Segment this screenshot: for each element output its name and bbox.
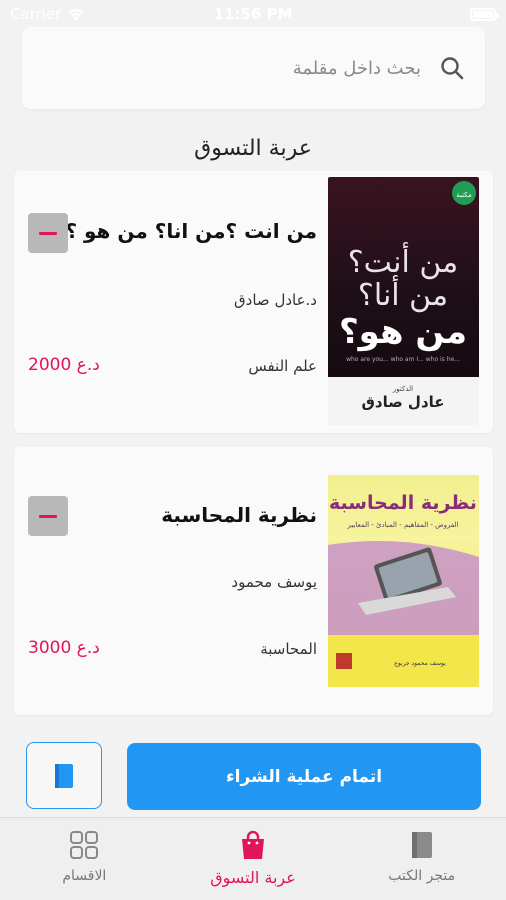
book-author: يوسف محمود — [231, 573, 317, 591]
book-title: من انت ؟من انا؟ من هو ؟ — [65, 219, 317, 243]
book-category: علم النفس — [248, 357, 317, 375]
svg-text:من هو؟: من هو؟ — [339, 312, 467, 352]
remove-item-button[interactable] — [28, 496, 68, 536]
cart-item[interactable]: نظرية المحاسبة الفروض - المفاهيم - المبا… — [14, 447, 493, 715]
book-title: نظرية المحاسبة — [161, 503, 317, 527]
book-cover-art: نظرية المحاسبة الفروض - المفاهيم - المبا… — [328, 475, 479, 687]
minus-icon — [39, 514, 57, 518]
book-cover-art: مكتبة من أنت؟ من أنا؟ من هو؟ who are you… — [328, 177, 479, 425]
svg-text:who are you... who am I... who: who are you... who am I... who is he... — [346, 356, 460, 363]
book-category: المحاسبة — [260, 640, 317, 658]
page-title: عربة التسوق — [194, 136, 312, 161]
shopping-bag-icon — [242, 830, 264, 859]
minus-icon — [39, 231, 57, 235]
svg-text:عادل صادق: عادل صادق — [361, 393, 444, 411]
book-cover[interactable]: نظرية المحاسبة الفروض - المفاهيم - المبا… — [328, 475, 479, 687]
tab-shopping-cart[interactable]: عربة التسوق — [169, 818, 338, 900]
checkout-button[interactable]: اتمام عملية الشراء — [127, 743, 481, 810]
svg-text:مكتبة: مكتبة — [456, 191, 472, 199]
book-price: 3000 د.ع — [28, 638, 100, 658]
book-icon — [411, 832, 432, 858]
book-price: 2000 د.ع — [28, 355, 100, 375]
tab-label: الاقسام — [62, 868, 107, 884]
remove-item-button[interactable] — [28, 213, 68, 253]
status-left: Carrier — [10, 5, 85, 23]
tab-label: عربة التسوق — [210, 868, 296, 887]
svg-text:الدكتور: الدكتور — [392, 385, 413, 393]
svg-text:نظرية المحاسبة: نظرية المحاسبة — [329, 492, 477, 514]
svg-text:من أنت؟: من أنت؟ — [348, 241, 459, 280]
tab-categories[interactable]: الاقسام — [0, 818, 169, 900]
svg-text:من أنا؟: من أنا؟ — [358, 274, 448, 313]
tab-label: متجر الكتب — [388, 868, 456, 884]
book-cover[interactable]: مكتبة من أنت؟ من أنا؟ من هو؟ who are you… — [328, 177, 479, 425]
tab-bookstore[interactable]: متجر الكتب — [337, 818, 506, 900]
search-icon — [441, 57, 464, 80]
book-author: د.عادل صادق — [234, 291, 317, 309]
carrier-label: Carrier — [10, 5, 62, 23]
svg-text:الفروض - المفاهيم - المبادئ -: الفروض - المفاهيم - المبادئ - المعايير — [346, 521, 458, 529]
svg-text:يوسف محمود جربوع: يوسف محمود جربوع — [394, 660, 446, 667]
publisher-badge: مكتبة — [452, 181, 476, 205]
tab-bar: الاقسام عربة التسوق متجر الكتب — [0, 817, 506, 900]
search-input[interactable]: بحث داخل مقلمة — [293, 58, 421, 79]
status-bar: Carrier 11:56 PM — [0, 0, 506, 28]
grid-icon — [70, 831, 99, 859]
wifi-icon — [68, 8, 85, 20]
search-bar[interactable]: بحث داخل مقلمة — [22, 27, 485, 109]
cart-item[interactable]: مكتبة من أنت؟ من أنا؟ من هو؟ who are you… — [14, 171, 493, 433]
battery-icon — [470, 7, 499, 21]
book-icon — [55, 763, 73, 788]
books-button[interactable] — [26, 742, 102, 809]
